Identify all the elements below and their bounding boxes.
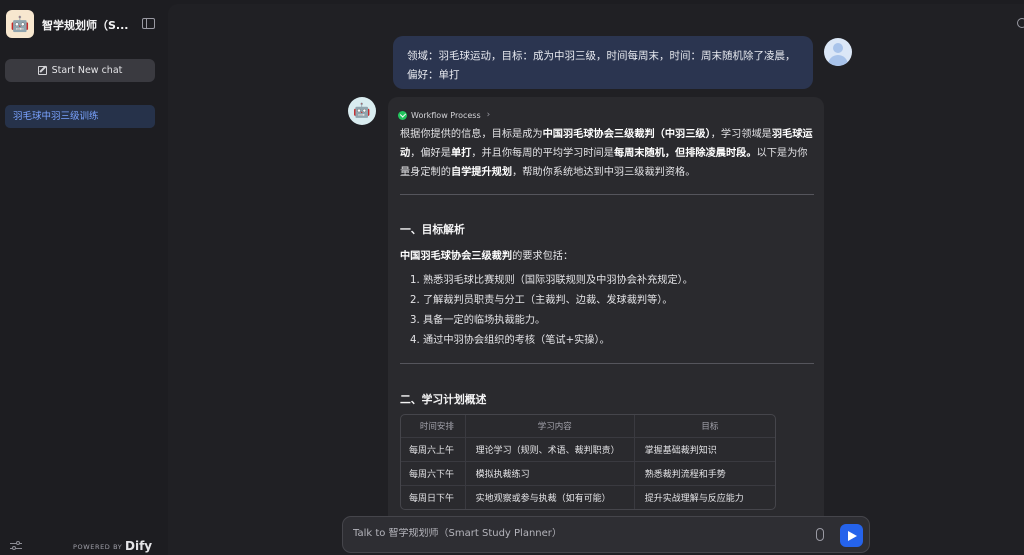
list-item: 2. 了解裁判员职责与分工（主裁判、边裁、发球裁判等）。 xyxy=(410,295,673,306)
table-cell: 实地观察或参与执裁（如有可能） xyxy=(464,486,634,509)
app-logo-robot-icon: 🤖 xyxy=(6,10,34,38)
paperclip-icon[interactable] xyxy=(816,528,824,541)
chat-input[interactable] xyxy=(353,528,793,539)
settings-sliders-icon[interactable] xyxy=(10,541,22,551)
table-cell: 模拟执裁练习 xyxy=(464,462,634,485)
workflow-process-toggle[interactable]: Workflow Process › xyxy=(398,107,490,123)
powered-by-label: POWERED BY xyxy=(73,543,123,551)
bot-message: Workflow Process › 根据你提供的信息，目标是成为中国羽毛球协会… xyxy=(388,97,824,537)
table-cell: 熟悉裁判流程和手势 xyxy=(633,462,775,485)
section-title-plan: 二、学习计划概述 xyxy=(400,393,487,406)
chevron-right-icon: › xyxy=(486,110,491,120)
user-message: 领域：羽毛球运动，目标：成为中羽三级，时间每周末，时间：周末随机除了凌晨，偏好：… xyxy=(393,36,813,89)
app-title: 智学规划师（S... xyxy=(42,19,129,32)
table-row: 每周六上午 理论学习（规则、术语、裁判职责） 掌握基础裁判知识 xyxy=(401,437,775,461)
section-title-goal: 一、目标解析 xyxy=(400,223,465,236)
chat-input-box xyxy=(342,516,870,553)
start-new-chat-button[interactable]: Start New chat xyxy=(5,59,155,82)
requirements-list: 1. 熟悉羽毛球比赛规则（国际羽联规则及中羽协会补充规定）。 2. 了解裁判员职… xyxy=(410,271,693,351)
sidebar-collapse-icon[interactable] xyxy=(142,18,155,29)
bot-message-body: 根据你提供的信息，目标是成为中国羽毛球协会三级裁判（中羽三级），学习领域是羽毛球… xyxy=(400,125,814,510)
requirements-intro: 中国羽毛球协会三级裁判的要求包括： xyxy=(400,251,574,262)
list-item: 4. 通过中羽协会组织的考核（笔试+实操）。 xyxy=(410,335,610,346)
bot-avatar-robot-icon: 🤖 xyxy=(348,97,376,125)
table-row: 每周六下午 模拟执裁练习 熟悉裁判流程和手势 xyxy=(401,461,775,485)
table-row: 每周日下午 实地观察或参与执裁（如有可能） 提升实战理解与反应能力 xyxy=(401,485,775,509)
conversation-item[interactable]: 羽毛球中羽三级训练 xyxy=(5,105,155,128)
user-avatar xyxy=(824,38,852,66)
table-header-cell: 学习内容 xyxy=(464,415,634,437)
table-cell: 掌握基础裁判知识 xyxy=(633,438,775,461)
divider xyxy=(400,363,814,364)
table-header-cell: 目标 xyxy=(633,415,775,437)
app-header: 🤖 智学规划师（S... xyxy=(6,10,162,40)
send-button[interactable] xyxy=(840,524,863,547)
circle-icon[interactable] xyxy=(1017,18,1024,28)
intro-paragraph: 根据你提供的信息，目标是成为中国羽毛球协会三级裁判（中羽三级），学习领域是羽毛球… xyxy=(400,129,813,178)
table-header-cell: 时间安排 xyxy=(419,422,454,432)
table-cell: 提升实战理解与反应能力 xyxy=(633,486,775,509)
table-cell: 理论学习（规则、术语、裁判职责） xyxy=(464,438,634,461)
table-cell: 每周六下午 xyxy=(409,470,455,480)
sidebar: 🤖 智学规划师（S... Start New chat 羽毛球中羽三级训练 PO… xyxy=(0,0,168,555)
table-header-row: 时间安排 学习内容 目标 xyxy=(401,415,775,437)
workflow-process-label: Workflow Process xyxy=(411,110,481,120)
table-cell: 每周六上午 xyxy=(409,446,455,456)
list-item: 3. 具备一定的临场执裁能力。 xyxy=(410,315,546,326)
check-circle-icon xyxy=(398,110,407,120)
divider xyxy=(400,194,814,195)
table-cell: 每周日下午 xyxy=(409,494,455,504)
start-new-chat-label: Start New chat xyxy=(51,65,123,76)
list-item: 1. 熟悉羽毛球比赛规则（国际羽联规则及中羽协会补充规定）。 xyxy=(410,275,693,286)
dify-logo: Dify xyxy=(125,539,153,553)
study-plan-table: 时间安排 学习内容 目标 每周六上午 理论学习（规则、术语、裁判职责） 掌握基础… xyxy=(400,414,776,510)
edit-icon xyxy=(37,66,47,75)
